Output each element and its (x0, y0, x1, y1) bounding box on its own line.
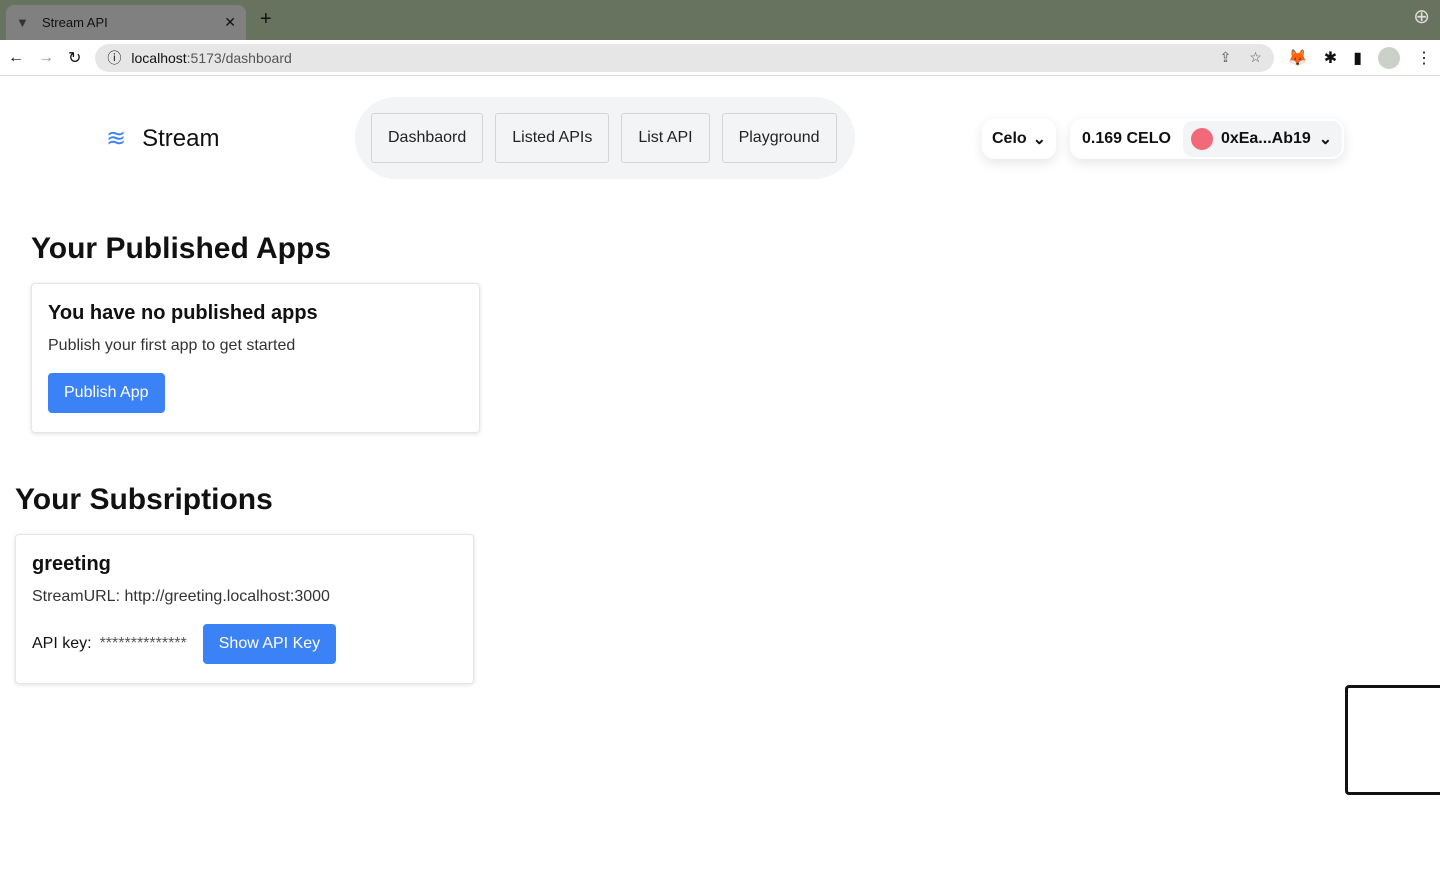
extensions-icon[interactable]: ✱ (1324, 48, 1337, 68)
account-button[interactable]: 0.169 CELO 0xEa...Ab19 ⌄ (1070, 119, 1345, 159)
reload-icon[interactable]: ↻ (68, 48, 81, 68)
nav-listed-apis[interactable]: Listed APIs (495, 113, 610, 163)
forward-icon[interactable]: → (38, 49, 54, 67)
address-bar: ← → ↻ ⓘ localhost:5173/dashboard ⇪ ☆ 🦊 ✱ … (0, 40, 1440, 76)
subscription-card: greeting StreamURL: http://greeting.loca… (15, 534, 474, 684)
balance: 0.169 CELO (1082, 130, 1171, 147)
menu-icon[interactable]: ⋮ (1416, 48, 1432, 68)
published-heading: Your Published Apps (31, 232, 332, 265)
nav-playground[interactable]: Playground (721, 113, 837, 163)
empty-title: You have no published apps (48, 302, 318, 324)
publish-app-button[interactable]: Publish App (48, 373, 165, 413)
sidepanel-icon[interactable]: ▮ (1353, 48, 1362, 68)
address-button[interactable]: 0xEa...Ab19 ⌄ (1182, 121, 1343, 157)
layers-icon: ≋ (106, 125, 127, 152)
api-key-label: API key: (32, 635, 92, 652)
main-nav: Dashbaord Listed APIs List API Playgroun… (355, 97, 855, 179)
logo[interactable]: ≋ Stream (106, 124, 219, 153)
profile-avatar[interactable] (1378, 46, 1400, 69)
star-icon[interactable]: ☆ (1249, 49, 1262, 66)
screenshot-thumbnail[interactable] (1345, 685, 1440, 795)
chevron-down-icon: ⌄ (1032, 131, 1047, 148)
close-tab-icon[interactable]: ✕ (224, 14, 236, 31)
subscriptions-heading: Your Subsriptions (15, 483, 273, 516)
nav-list-api[interactable]: List API (621, 113, 710, 163)
empty-text: Publish your first app to get started (48, 337, 296, 354)
account-avatar (1190, 128, 1213, 150)
subscription-name: greeting (32, 553, 111, 575)
url-input[interactable]: ⓘ localhost:5173/dashboard ⇪ ☆ (95, 43, 1274, 72)
info-icon: ⓘ (107, 49, 122, 66)
vite-icon: ▼ (16, 15, 29, 30)
zoom-icon[interactable]: ⊕ (1413, 4, 1430, 29)
chain-selector[interactable]: Celo ⌄ (982, 119, 1057, 159)
new-tab-button[interactable]: + (260, 8, 272, 31)
published-empty-card: You have no published apps Publish your … (31, 283, 480, 433)
browser-tabbar: ▼ Stream API ✕ + ⊕ (0, 0, 1440, 40)
nav-dashboard[interactable]: Dashbaord (371, 113, 484, 163)
api-key-value: ************** (99, 635, 187, 652)
share-icon[interactable]: ⇪ (1220, 49, 1232, 66)
browser-tab[interactable]: ▼ Stream API ✕ (6, 5, 246, 40)
show-api-key-button[interactable]: Show API Key (202, 624, 337, 664)
metamask-icon[interactable]: 🦊 (1288, 48, 1308, 68)
back-icon[interactable]: ← (8, 49, 24, 67)
app-header: ≋ Stream Dashbaord Listed APIs List API P… (0, 76, 1440, 201)
chevron-down-icon: ⌄ (1318, 131, 1333, 148)
stream-url: StreamURL: http://greeting.localhost:300… (32, 588, 330, 605)
